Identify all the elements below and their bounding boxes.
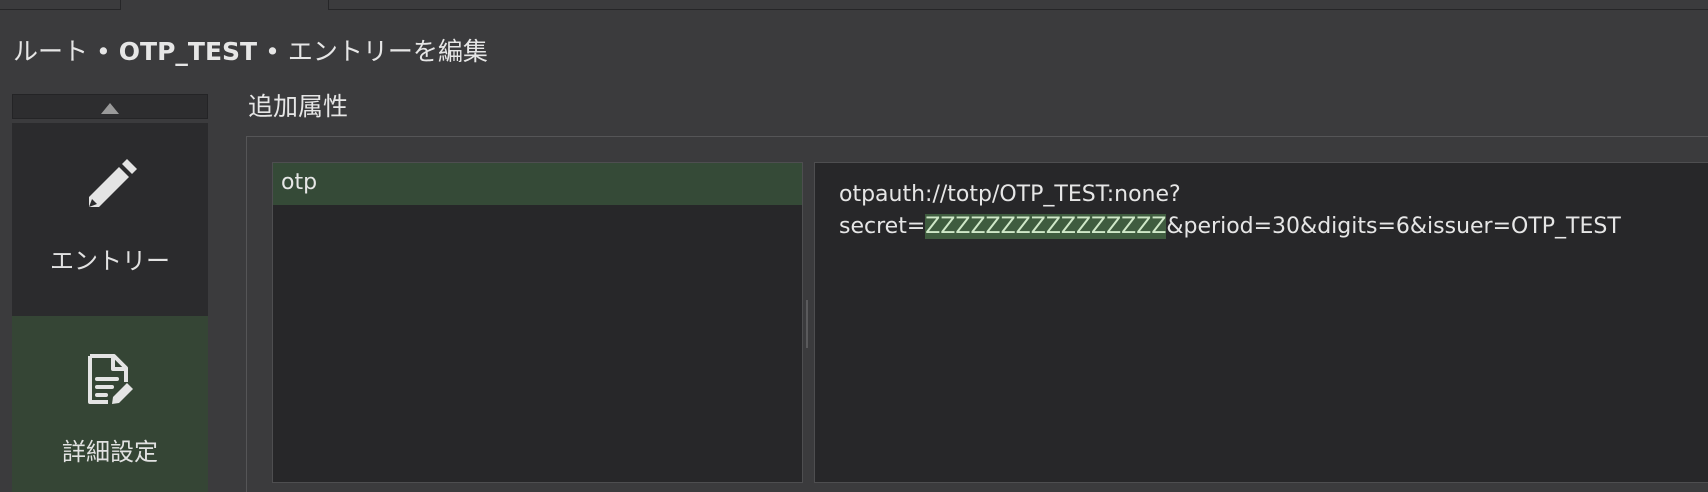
attribute-value-text[interactable]: otpauth://totp/OTP_TEST:none? secret=ZZZ…	[839, 179, 1621, 243]
top-tab-strip	[0, 0, 1708, 10]
list-item[interactable]: otp	[273, 163, 802, 205]
pencil-icon	[83, 159, 137, 217]
edit-entry-window: ルート • OTP_TEST • エントリーを編集 エントリー 詳細設定 追加属…	[0, 0, 1708, 492]
nav-item-entry[interactable]: エントリー	[12, 123, 208, 316]
document-edit-icon	[84, 352, 136, 412]
top-tab-right[interactable]	[328, 0, 1708, 10]
breadcrumb-separator: •	[96, 37, 111, 66]
splitter-handle[interactable]	[806, 300, 808, 348]
breadcrumb-separator: •	[265, 37, 280, 66]
value-suffix: &period=30&digits=6&issuer=OTP_TEST	[1166, 214, 1621, 239]
section-title: 追加属性	[248, 92, 349, 121]
breadcrumb-root: ルート	[13, 37, 89, 66]
nav-item-advanced[interactable]: 詳細設定	[12, 316, 208, 492]
value-line-1: otpauth://totp/OTP_TEST:none?	[839, 182, 1181, 207]
attribute-name: otp	[281, 170, 318, 195]
value-selection-highlight: ZZZZZZZZZZZZZZZZ	[925, 214, 1167, 239]
nav-item-label: 詳細設定	[62, 438, 158, 466]
breadcrumb-entry-name: OTP_TEST	[118, 37, 258, 66]
breadcrumb: ルート • OTP_TEST • エントリーを編集	[13, 34, 488, 70]
top-tab-left[interactable]	[0, 0, 121, 10]
triangle-up-icon	[101, 103, 119, 114]
nav-item-label: エントリー	[50, 247, 170, 275]
breadcrumb-action: エントリーを編集	[287, 37, 488, 66]
value-line-2: secret=ZZZZZZZZZZZZZZZZ&period=30&digits…	[839, 211, 1621, 243]
value-prefix: secret=	[839, 214, 926, 239]
attribute-list[interactable]: otp	[272, 162, 803, 483]
nav-scroll-up-button[interactable]	[12, 94, 208, 119]
attribute-value-editor[interactable]: otpauth://totp/OTP_TEST:none? secret=ZZZ…	[814, 162, 1708, 483]
